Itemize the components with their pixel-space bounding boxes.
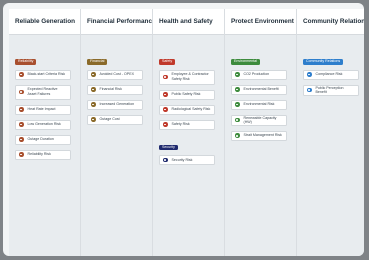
risk-card[interactable]: Outage Duration xyxy=(15,134,71,145)
risk-card-label: Safety Risk xyxy=(171,122,190,127)
risk-card-label: Low Generation Risk xyxy=(27,122,61,127)
safety-icon xyxy=(163,74,168,80)
environmental-icon xyxy=(235,87,240,92)
financial-icon xyxy=(91,72,96,77)
risk-card-label: Outage Duration xyxy=(27,137,54,142)
column-health-and-safety: Health and Safety Safety Employee & Cont… xyxy=(153,9,225,256)
column-body: Financial Avoided Cost - OPEX Financial … xyxy=(81,35,152,256)
risk-card[interactable]: Environmental Risk xyxy=(231,99,287,110)
reliability-icon xyxy=(19,72,24,77)
risk-card-label: Compliance Risk xyxy=(315,72,343,77)
group-reliability: Reliability Black-start Criteria Risk Ex… xyxy=(15,49,76,160)
group-environmental: Environmental CO2 Production Environment… xyxy=(231,49,292,141)
reliability-icon xyxy=(19,89,24,95)
category-tag[interactable]: Security xyxy=(159,144,178,150)
risk-card-label: Employee & Contractor Safety Risk xyxy=(171,72,209,81)
risk-card-label: Outage Cost xyxy=(99,117,120,122)
financial-icon xyxy=(91,117,96,122)
risk-card[interactable]: Employee & Contractor Safety Risk xyxy=(159,69,215,85)
risk-card-label: Environmental Risk xyxy=(243,102,275,107)
risk-card-label: Avoided Cost - OPEX xyxy=(99,72,135,77)
community-icon xyxy=(307,87,312,93)
risk-card-label: Public Perception Benefit xyxy=(315,85,344,95)
risk-card[interactable]: Radiological Safety Risk xyxy=(159,104,215,115)
column-reliable-generation: Reliable Generation Reliability Black-st… xyxy=(9,9,81,256)
risk-card[interactable]: Heat Rate Impact xyxy=(15,104,71,115)
environmental-icon xyxy=(235,117,240,123)
risk-card[interactable]: Strait Management Risk xyxy=(231,130,287,141)
risk-card[interactable]: Low Generation Risk xyxy=(15,119,71,130)
group-community-relations: Community Relations Compliance Risk Publ… xyxy=(303,49,364,96)
risk-card-label: CO2 Production xyxy=(243,72,270,77)
app-window: Reliable Generation Reliability Black-st… xyxy=(3,3,364,256)
column-title: Community Relations xyxy=(297,9,364,35)
risk-card-label: Public Safety Risk xyxy=(171,92,201,97)
risk-card-label: Financial Risk xyxy=(99,87,122,92)
column-body: Reliability Black-start Criteria Risk Ex… xyxy=(9,35,80,256)
safety-icon xyxy=(163,107,168,112)
risk-card-label: Increased Generation xyxy=(99,102,135,107)
column-protect-environment: Protect Environment Environmental CO2 Pr… xyxy=(225,9,297,256)
community-icon xyxy=(307,72,312,77)
category-tag[interactable]: Community Relations xyxy=(303,59,344,65)
risk-card-label: Strait Management Risk xyxy=(243,133,282,138)
column-title: Protect Environment xyxy=(225,9,296,35)
category-tag[interactable]: Reliability xyxy=(15,59,37,65)
column-financial-performance: Financial Performance Financial Avoided … xyxy=(81,9,153,256)
financial-icon xyxy=(91,87,96,92)
risk-card-label: Heat Rate Impact xyxy=(27,107,56,112)
risk-card[interactable]: Environmental Benefit xyxy=(231,84,287,95)
risk-card[interactable]: Outage Cost xyxy=(87,114,143,125)
column-title: Health and Safety xyxy=(153,9,224,35)
group-financial: Financial Avoided Cost - OPEX Financial … xyxy=(87,49,148,125)
security-icon xyxy=(163,157,168,163)
risk-card[interactable]: Financial Risk xyxy=(87,84,143,95)
environmental-icon xyxy=(235,102,240,107)
risk-card-label: Security Risk xyxy=(171,157,193,162)
risk-card[interactable]: Public Safety Risk xyxy=(159,89,215,100)
category-tag[interactable]: Financial xyxy=(87,59,108,65)
safety-icon xyxy=(163,92,168,97)
column-title: Financial Performance xyxy=(81,9,152,35)
reliability-icon xyxy=(19,137,24,142)
safety-icon xyxy=(163,122,168,127)
reliability-icon xyxy=(19,107,24,112)
risk-card-label: Reliability Risk xyxy=(27,152,51,157)
risk-card[interactable]: Compliance Risk xyxy=(303,69,359,80)
environmental-icon xyxy=(235,133,240,138)
risk-card-label: Radiological Safety Risk xyxy=(171,107,211,112)
category-tag[interactable]: Safety xyxy=(159,59,176,65)
column-body: Community Relations Compliance Risk Publ… xyxy=(297,35,364,256)
column-title: Reliable Generation xyxy=(9,9,80,35)
risk-card[interactable]: Avoided Cost - OPEX xyxy=(87,69,143,80)
risk-card-label: Renewable Capacity (HW) xyxy=(243,115,277,125)
risk-card[interactable]: Black-start Criteria Risk xyxy=(15,69,71,80)
risk-card[interactable]: Security Risk xyxy=(159,155,215,165)
value-board: Reliable Generation Reliability Black-st… xyxy=(9,9,364,256)
reliability-icon xyxy=(19,152,24,157)
risk-card[interactable]: Reliability Risk xyxy=(15,149,71,160)
financial-icon xyxy=(91,102,96,107)
risk-card[interactable]: Renewable Capacity (HW) xyxy=(231,114,287,126)
category-tag[interactable]: Environmental xyxy=(231,59,260,65)
column-community-relations: Community Relations Community Relations … xyxy=(297,9,364,256)
reliability-icon xyxy=(19,122,24,127)
risk-card[interactable]: Expected Reactive Asset Failures xyxy=(15,84,71,100)
column-body: Safety Employee & Contractor Safety Risk… xyxy=(153,35,224,256)
risk-card[interactable]: Public Perception Benefit xyxy=(303,84,359,96)
risk-card[interactable]: Safety Risk xyxy=(159,119,215,130)
environmental-icon xyxy=(235,72,240,77)
risk-card-label: Environmental Benefit xyxy=(243,87,279,92)
group-security: Security Security Risk xyxy=(159,135,220,165)
risk-card[interactable]: Increased Generation xyxy=(87,99,143,110)
column-body: Environmental CO2 Production Environment… xyxy=(225,35,296,256)
risk-card-label: Black-start Criteria Risk xyxy=(27,72,66,77)
group-safety: Safety Employee & Contractor Safety Risk… xyxy=(159,49,220,130)
risk-card[interactable]: CO2 Production xyxy=(231,69,287,80)
risk-card-label: Expected Reactive Asset Failures xyxy=(27,87,58,96)
